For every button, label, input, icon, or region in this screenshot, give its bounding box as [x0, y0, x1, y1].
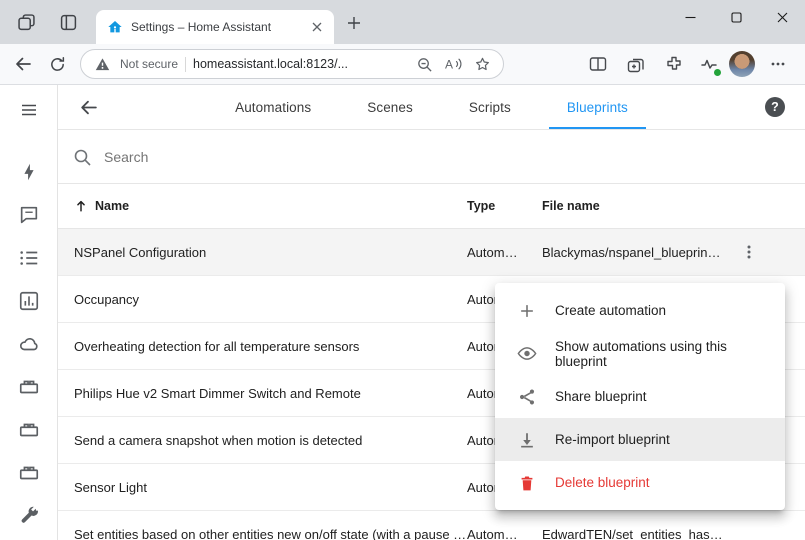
sidebar: [0, 85, 58, 540]
app-header: Automations Scenes Scripts Blueprints ?: [58, 85, 805, 130]
sidebar-item-history[interactable]: [7, 279, 50, 322]
table-row[interactable]: Set entities based on other entities new…: [58, 511, 805, 540]
sidebar-item-tools[interactable]: [7, 494, 50, 537]
sidebar-item-cloud[interactable]: [7, 322, 50, 365]
hamburger-menu-icon[interactable]: [13, 94, 45, 126]
workspaces-icon[interactable]: [16, 12, 36, 32]
profile-avatar[interactable]: [729, 51, 755, 77]
status-green-dot: [713, 68, 722, 77]
sidebar-item-assist[interactable]: [7, 193, 50, 236]
navbar-right-icons: [583, 49, 797, 79]
address-divider: [185, 57, 186, 72]
browser-essentials-icon[interactable]: [697, 52, 721, 76]
share-icon: [517, 387, 537, 407]
menu-item-create-automation[interactable]: Create automation: [495, 289, 785, 332]
refresh-icon[interactable]: [42, 49, 72, 79]
column-type[interactable]: Type: [467, 199, 542, 213]
split-screen-icon[interactable]: [583, 49, 613, 79]
favorite-star-icon[interactable]: [471, 53, 493, 75]
plus-icon: [517, 301, 537, 321]
sidebar-items: [7, 150, 50, 537]
main-panel: Automations Scenes Scripts Blueprints ? …: [58, 85, 805, 540]
not-secure-warning-icon[interactable]: [91, 53, 113, 75]
eye-icon: [517, 344, 537, 364]
sidebar-item-logbook[interactable]: [7, 236, 50, 279]
back-icon[interactable]: [8, 49, 38, 79]
table-header: Name Type File name: [58, 184, 805, 229]
close-window-icon[interactable]: [759, 0, 805, 34]
svg-text:A: A: [445, 58, 453, 72]
home-assistant-app: Automations Scenes Scripts Blueprints ? …: [0, 85, 805, 540]
browser-tab[interactable]: Settings – Home Assistant: [96, 10, 334, 44]
maximize-icon[interactable]: [713, 0, 759, 34]
search-input[interactable]: [104, 149, 805, 165]
trash-icon: [517, 473, 537, 493]
read-aloud-icon[interactable]: A: [442, 53, 464, 75]
tab-automations[interactable]: Automations: [207, 85, 339, 129]
menu-item-reimport-blueprint[interactable]: Re-import blueprint: [495, 418, 785, 461]
sidebar-item-energy[interactable]: [7, 150, 50, 193]
table-row[interactable]: NSPanel Configuration Autom… Blackymas/n…: [58, 229, 805, 276]
search-icon: [72, 147, 92, 167]
blueprint-context-menu: Create automation Show automations using…: [495, 283, 785, 510]
menu-item-show-automations[interactable]: Show automations using this blueprint: [495, 332, 785, 375]
extensions-icon[interactable]: [659, 49, 689, 79]
column-name[interactable]: Name: [58, 199, 467, 213]
window-controls: [667, 0, 805, 34]
sort-ascending-icon: [74, 199, 88, 213]
menu-item-delete-blueprint[interactable]: Delete blueprint: [495, 461, 785, 504]
ha-tab-bar: Automations Scenes Scripts Blueprints: [58, 85, 805, 129]
tab-scripts[interactable]: Scripts: [441, 85, 539, 129]
collections-icon[interactable]: [621, 49, 651, 79]
browser-menu-icon[interactable]: [763, 49, 793, 79]
zoom-out-icon[interactable]: [413, 53, 435, 75]
security-label[interactable]: Not secure: [120, 57, 178, 71]
search-row: [58, 130, 805, 184]
browser-titlebar: Settings – Home Assistant: [0, 0, 805, 44]
minimize-icon[interactable]: [667, 0, 713, 34]
sidebar-item-integration-3[interactable]: [7, 451, 50, 494]
home-assistant-favicon: [107, 19, 123, 35]
sidebar-item-integration-1[interactable]: [7, 365, 50, 408]
help-icon[interactable]: ?: [765, 97, 785, 117]
browser-tab-title: Settings – Home Assistant: [131, 20, 308, 34]
new-tab-icon[interactable]: [344, 13, 364, 33]
tab-actions-icon[interactable]: [58, 12, 78, 32]
sidebar-item-integration-2[interactable]: [7, 408, 50, 451]
browser-navbar: Not secure homeassistant.local:8123/... …: [0, 44, 805, 85]
tab-blueprints[interactable]: Blueprints: [539, 85, 656, 129]
tab-scenes[interactable]: Scenes: [339, 85, 441, 129]
column-file-name[interactable]: File name: [542, 199, 732, 213]
titlebar-left-icons: [16, 0, 78, 44]
row-overflow-menu-icon[interactable]: [732, 244, 766, 260]
tab-close-icon[interactable]: [308, 18, 326, 36]
address-bar[interactable]: Not secure homeassistant.local:8123/... …: [80, 49, 504, 79]
download-icon: [517, 430, 537, 450]
menu-item-share-blueprint[interactable]: Share blueprint: [495, 375, 785, 418]
url-text[interactable]: homeassistant.local:8123/...: [193, 57, 406, 71]
